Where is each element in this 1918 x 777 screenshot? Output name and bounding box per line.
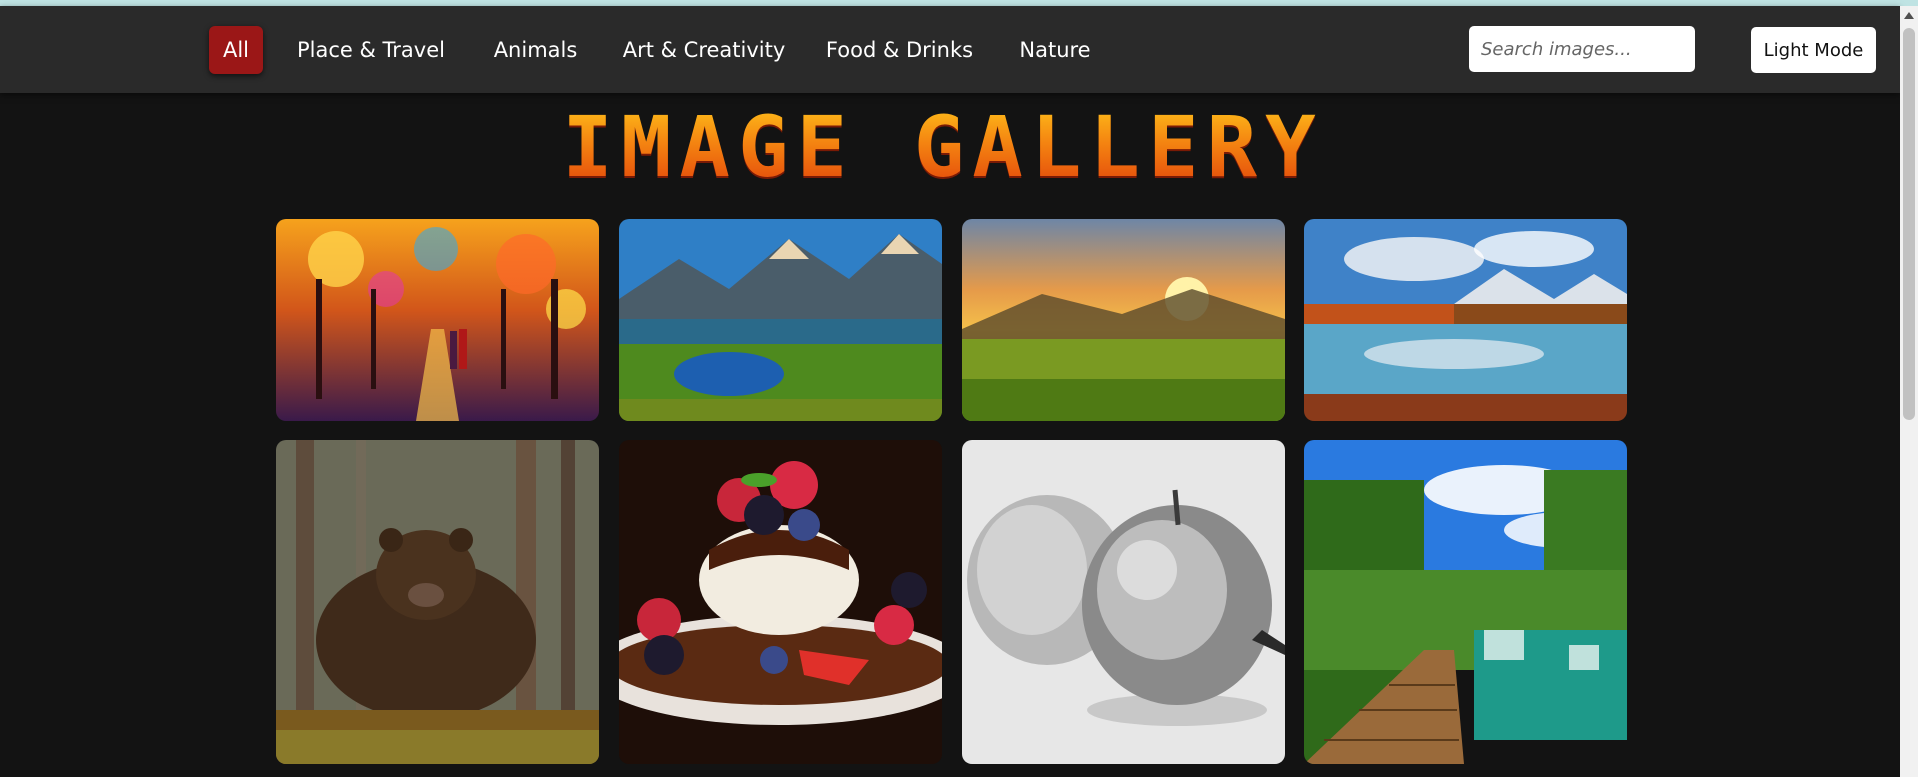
painting-park-image [276, 219, 599, 421]
waterfall-boardwalk-image [1304, 440, 1627, 764]
apple-sketch-image [962, 440, 1285, 764]
brown-bear-image [276, 440, 599, 764]
gallery-image-mountain-lake[interactable] [619, 219, 942, 421]
gallery-image-berry-dessert[interactable] [619, 440, 942, 764]
category-nature-button[interactable]: Nature [1016, 26, 1094, 74]
mountain-lake-image [619, 219, 942, 421]
category-art-creativity-button[interactable]: Art & Creativity [623, 26, 786, 74]
gallery-image-alpine-lake[interactable] [1304, 219, 1627, 421]
page-title: IMAGE GALLERY [0, 102, 1886, 192]
scroll-up-arrow-icon[interactable] [1904, 12, 1914, 19]
scrollbar-thumb[interactable] [1903, 28, 1915, 420]
berry-dessert-image [619, 440, 942, 764]
category-animals-button[interactable]: Animals [489, 26, 582, 74]
category-all-button[interactable]: All [209, 26, 263, 74]
navbar: All Place & Travel Animals Art & Creativ… [0, 6, 1900, 93]
sunset-hills-image [962, 219, 1285, 421]
gallery-image-sunset-hills[interactable] [962, 219, 1285, 421]
gallery-image-apple-sketch[interactable] [962, 440, 1285, 764]
search-input[interactable] [1469, 26, 1695, 72]
alpine-lake-image [1304, 219, 1627, 421]
category-food-drinks-button[interactable]: Food & Drinks [824, 26, 975, 74]
gallery-image-brown-bear[interactable] [276, 440, 599, 764]
gallery-image-waterfall-boardwalk[interactable] [1304, 440, 1627, 764]
category-place-travel-button[interactable]: Place & Travel [290, 26, 452, 74]
gallery-image-painting-park[interactable] [276, 219, 599, 421]
light-mode-toggle-button[interactable]: Light Mode [1751, 27, 1876, 73]
vertical-scrollbar[interactable] [1900, 6, 1918, 777]
